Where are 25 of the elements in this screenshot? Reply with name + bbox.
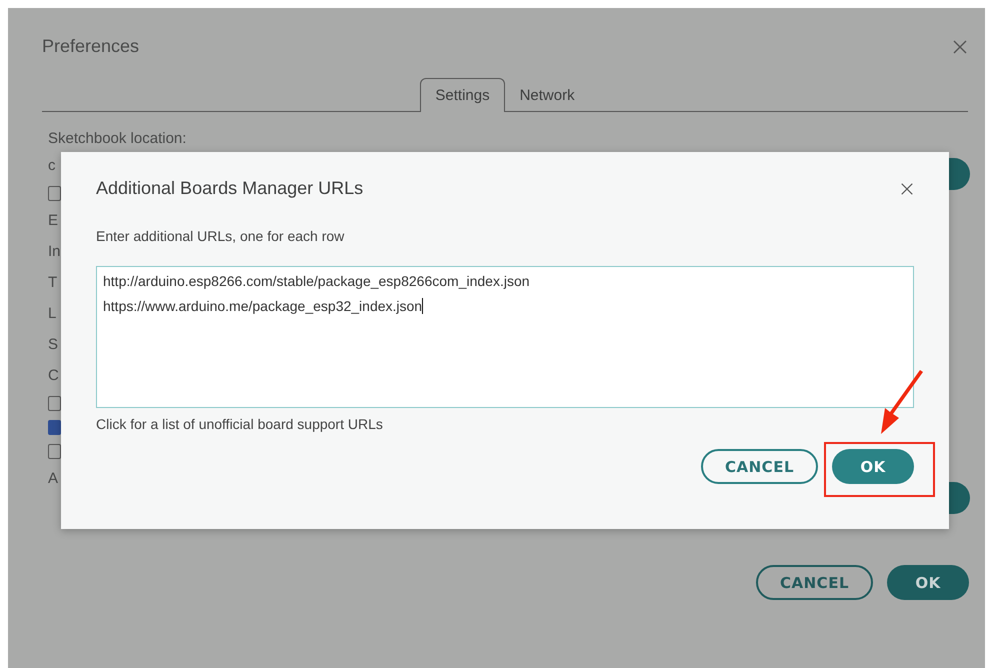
window-title: Preferences	[42, 36, 140, 57]
setting-label: L	[48, 305, 56, 322]
close-icon[interactable]	[952, 38, 968, 54]
tab[interactable]: Network	[504, 78, 590, 112]
url-line: http://arduino.esp8266.com/stable/package_esp8266com_index.json	[103, 273, 531, 289]
setting-label: S	[48, 336, 58, 353]
setting-label: In	[48, 243, 61, 260]
setting-label: c	[48, 157, 56, 174]
setting-label: A	[48, 470, 58, 487]
checkbox[interactable]	[48, 420, 61, 434]
ok-button[interactable]: OK	[832, 449, 914, 484]
setting-label: C	[48, 367, 59, 384]
dialog-title: Additional Boards Manager URLs	[96, 178, 364, 199]
ok-button[interactable]: OK	[887, 565, 969, 600]
url-line: https://www.arduino.me/package_esp32_index.json	[103, 298, 424, 314]
instruction-text: Enter additional URLs, one for each row	[96, 228, 346, 244]
setting-label: T	[48, 274, 58, 291]
setting-label: E	[48, 212, 58, 229]
tab[interactable]: Settings	[420, 78, 505, 112]
close-icon[interactable]	[900, 182, 914, 196]
link[interactable]: Click for a list of unofficial board support URLs	[96, 416, 383, 432]
cancel-button[interactable]: CANCEL	[756, 565, 873, 600]
cancel-button[interactable]: CANCEL	[701, 449, 818, 484]
urls-field[interactable]: http://arduino.esp8266.com/stable/package_esp8266com_index.json https://www.arduino.me/package_esp32_index.json	[96, 266, 914, 408]
field-label: Sketchbook location:	[48, 130, 188, 149]
